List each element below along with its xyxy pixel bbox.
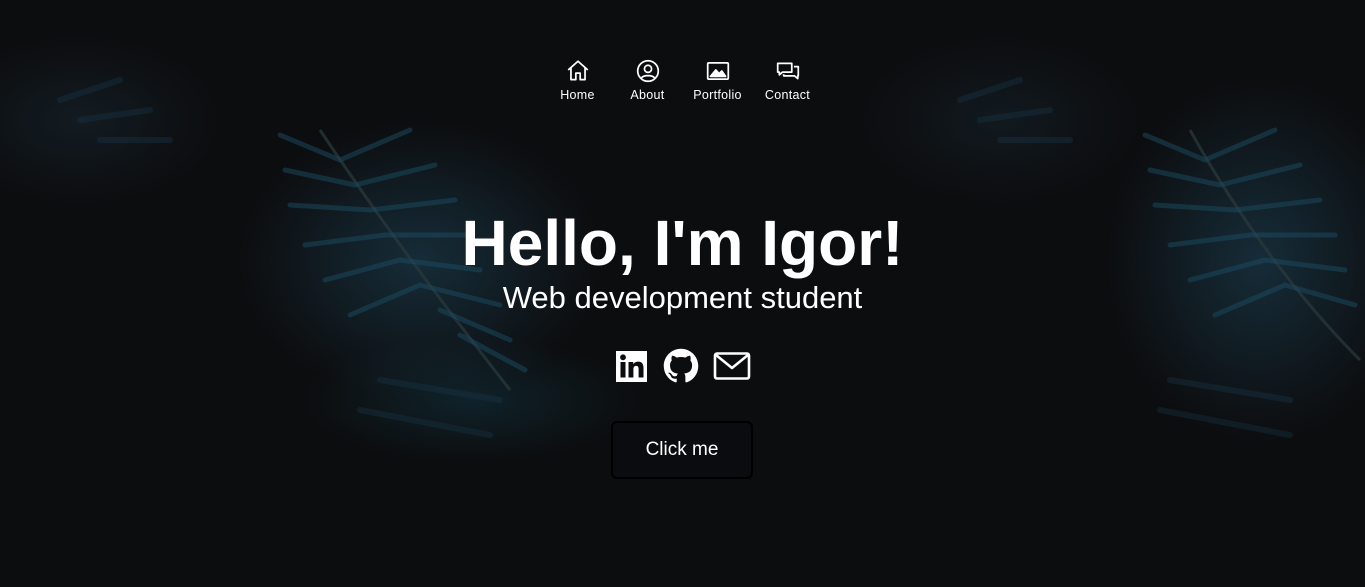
linkedin-icon [615, 351, 647, 382]
hero-section: Home About Portfolio Contact Hello, I'm … [0, 0, 1365, 587]
click-me-button[interactable]: Click me [611, 421, 753, 479]
github-icon [663, 348, 698, 383]
mail-icon [713, 352, 750, 380]
nav-label-contact: Contact [764, 88, 811, 102]
nav-label-portfolio: Portfolio [693, 88, 742, 102]
social-links [0, 348, 1365, 384]
hero-title: Hello, I'm Igor! [461, 207, 904, 279]
nav-item-about[interactable]: About [613, 58, 683, 102]
nav-label-about: About [630, 88, 665, 102]
main-nav: Home About Portfolio Contact [0, 58, 1365, 102]
image-icon [706, 62, 729, 80]
github-link[interactable] [663, 348, 699, 384]
hero-subtitle: Web development student [502, 280, 863, 315]
nav-item-home[interactable]: Home [543, 58, 613, 102]
nav-item-contact[interactable]: Contact [753, 58, 823, 102]
home-icon [567, 60, 588, 81]
user-circle-icon [636, 59, 659, 83]
linkedin-link[interactable] [615, 349, 649, 383]
nav-label-home: Home [560, 88, 595, 102]
chat-icon [776, 62, 799, 80]
email-link[interactable] [713, 350, 751, 382]
nav-item-portfolio[interactable]: Portfolio [683, 58, 753, 102]
